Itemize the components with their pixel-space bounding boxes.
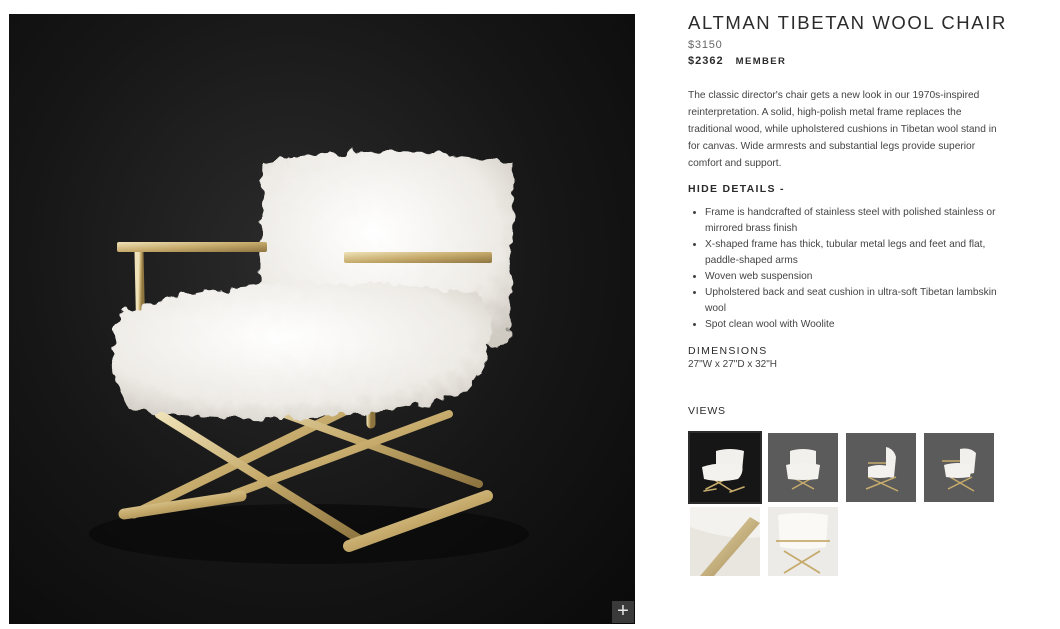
hide-details-toggle[interactable]: HIDE DETAILS - xyxy=(688,183,1018,195)
thumbnail-view-1[interactable] xyxy=(688,431,762,504)
details-list-item: X-shaped frame has thick, tubular metal … xyxy=(705,237,1008,269)
details-list-item: Upholstered back and seat cushion in ult… xyxy=(705,285,1008,317)
details-list-item: Spot clean wool with Woolite xyxy=(705,317,1008,333)
views-title: VIEWS xyxy=(688,405,726,417)
regular-price: $3150 xyxy=(688,39,723,51)
details-list-item: Frame is handcrafted of stainless steel … xyxy=(705,205,1008,237)
thumbnail-view-2[interactable] xyxy=(768,433,838,502)
member-price-row: $2362 MEMBER xyxy=(688,55,1018,67)
product-details-panel: ALTMAN TIBETAN WOOL CHAIR $3150 $2362 ME… xyxy=(688,12,1018,370)
thumbnail-view-3[interactable] xyxy=(846,433,916,502)
zoom-plus-icon[interactable]: + xyxy=(612,601,634,623)
chair-illustration xyxy=(89,151,529,564)
product-description: The classic director's chair gets a new … xyxy=(688,90,997,169)
dimensions-title: DIMENSIONS xyxy=(688,345,768,357)
product-title: ALTMAN TIBETAN WOOL CHAIR xyxy=(688,12,1007,33)
member-label: MEMBER xyxy=(735,56,787,67)
thumbnail-view-5[interactable] xyxy=(690,507,760,576)
details-list-item: Woven web suspension xyxy=(705,269,1008,285)
thumbnail-view-6[interactable] xyxy=(768,507,838,576)
dimensions-value: 27"W x 27"D x 32"H xyxy=(688,359,778,370)
details-list: Frame is handcrafted of stainless steel … xyxy=(688,205,1008,333)
thumbnail-view-4[interactable] xyxy=(924,433,994,502)
member-price: $2362 xyxy=(688,55,724,67)
hero-product-image[interactable]: + xyxy=(9,14,635,624)
